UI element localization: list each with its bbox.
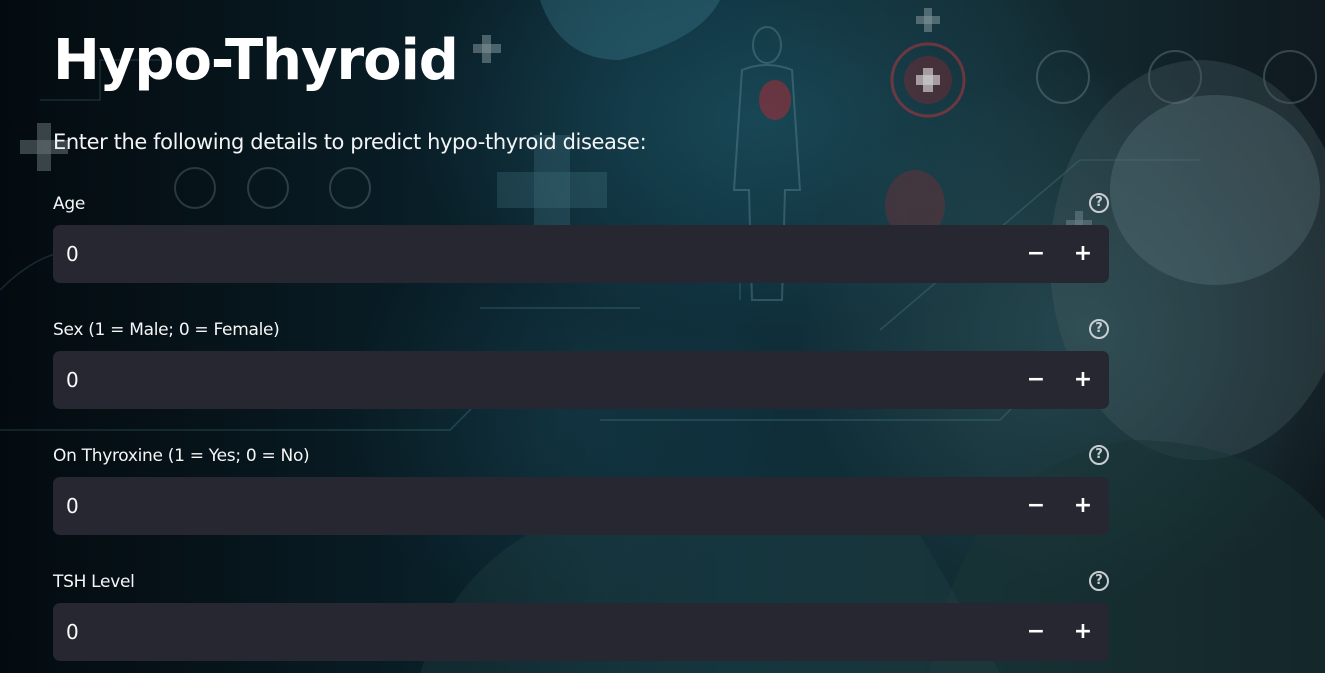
tsh-level-increment-button[interactable]: +	[1060, 603, 1106, 661]
age-number-input: − +	[53, 225, 1109, 283]
sex-number-input: − +	[53, 351, 1109, 409]
page-subtitle: Enter the following details to predict h…	[53, 130, 647, 154]
tsh-level-input[interactable]	[53, 603, 993, 661]
on-thyroxine-number-input: − +	[53, 477, 1109, 535]
sex-label: Sex (1 = Male; 0 = Female)	[53, 320, 280, 340]
tsh-level-label: TSH Level	[53, 572, 135, 592]
sex-increment-button[interactable]: +	[1060, 351, 1106, 409]
help-icon[interactable]: ?	[1089, 193, 1109, 213]
tsh-level-number-input: − +	[53, 603, 1109, 661]
on-thyroxine-increment-button[interactable]: +	[1060, 477, 1106, 535]
sex-field: Sex (1 = Male; 0 = Female) ? − +	[53, 318, 1109, 409]
age-input[interactable]	[53, 225, 993, 283]
age-label: Age	[53, 194, 85, 214]
sex-decrement-button[interactable]: −	[1013, 351, 1059, 409]
age-field: Age ? − +	[53, 192, 1109, 283]
on-thyroxine-label: On Thyroxine (1 = Yes; 0 = No)	[53, 446, 310, 466]
help-icon[interactable]: ?	[1089, 319, 1109, 339]
help-icon[interactable]: ?	[1089, 571, 1109, 591]
age-increment-button[interactable]: +	[1060, 225, 1106, 283]
on-thyroxine-decrement-button[interactable]: −	[1013, 477, 1059, 535]
page-title: Hypo-Thyroid	[53, 28, 459, 93]
help-icon[interactable]: ?	[1089, 445, 1109, 465]
tsh-level-field: TSH Level ? − +	[53, 570, 1109, 661]
on-thyroxine-field: On Thyroxine (1 = Yes; 0 = No) ? − +	[53, 444, 1109, 535]
tsh-level-decrement-button[interactable]: −	[1013, 603, 1059, 661]
age-decrement-button[interactable]: −	[1013, 225, 1059, 283]
on-thyroxine-input[interactable]	[53, 477, 993, 535]
sex-input[interactable]	[53, 351, 993, 409]
